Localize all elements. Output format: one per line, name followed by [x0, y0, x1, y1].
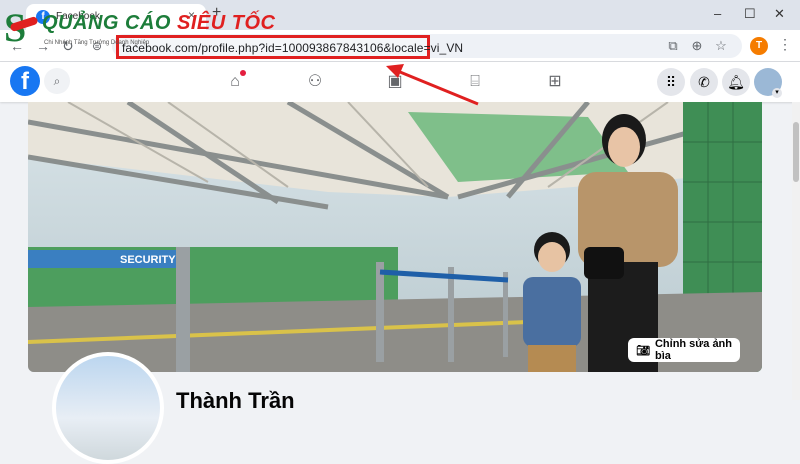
install-app-icon[interactable]: ⧉ [664, 37, 682, 55]
browser-menu-icon[interactable]: ⋮ [778, 36, 792, 53]
logo-subtitle: Chi Nhánh Tăng Trưởng Doanh Nghiệp [44, 40, 150, 46]
edit-cover-label: Chỉnh sửa ảnh bìa [654, 338, 732, 362]
chevron-down-icon[interactable]: ▾ [772, 88, 782, 98]
close-window-button[interactable]: ✕ [774, 6, 785, 22]
marketplace-icon[interactable]: ⌸ [463, 70, 487, 94]
facebook-logo-icon[interactable]: f [10, 66, 40, 96]
facebook-header: f ⌕ ⌂ ⚇ ▣ ⌸ ⊞ ⠿ ✆ 🔔︎ [0, 62, 800, 102]
menu-grid-icon[interactable]: ⠿ [657, 68, 685, 96]
search-icon[interactable]: ⌕ [44, 68, 70, 94]
notifications-icon[interactable]: 🔔︎ [722, 68, 750, 96]
edit-cover-photo-button[interactable]: 📷︎ Chỉnh sửa ảnh bìa [628, 338, 740, 362]
notification-dot [240, 70, 246, 76]
svg-text:SECURITY: SECURITY [120, 254, 176, 266]
bookmark-star-icon[interactable]: ☆ [712, 37, 730, 55]
gaming-icon[interactable]: ⊞ [543, 70, 567, 94]
logo-text: QUẢNG CÁO SIÊU TỐC [42, 12, 276, 34]
watermark-logo: S QUẢNG CÁO SIÊU TỐC Chi Nhánh Tăng Trưở… [4, 6, 275, 50]
zoom-icon[interactable]: ⊕ [688, 37, 706, 55]
page-scrollbar[interactable] [792, 102, 800, 400]
camera-icon: 📷︎ [636, 344, 650, 357]
messenger-icon[interactable]: ✆ [690, 68, 718, 96]
maximize-button[interactable]: ☐ [744, 6, 756, 22]
watch-icon[interactable]: ▣ [383, 70, 407, 94]
cover-photo: SECURITY [28, 102, 762, 372]
minimize-button[interactable]: – [714, 6, 721, 21]
scrollbar-thumb[interactable] [793, 122, 799, 182]
profile-name: Thành Trần [176, 388, 295, 413]
profile-picture[interactable] [52, 352, 164, 464]
browser-profile-avatar[interactable]: T [750, 37, 768, 55]
cover-photo-illustration: SECURITY [28, 102, 762, 372]
friends-icon[interactable]: ⚇ [303, 70, 327, 94]
